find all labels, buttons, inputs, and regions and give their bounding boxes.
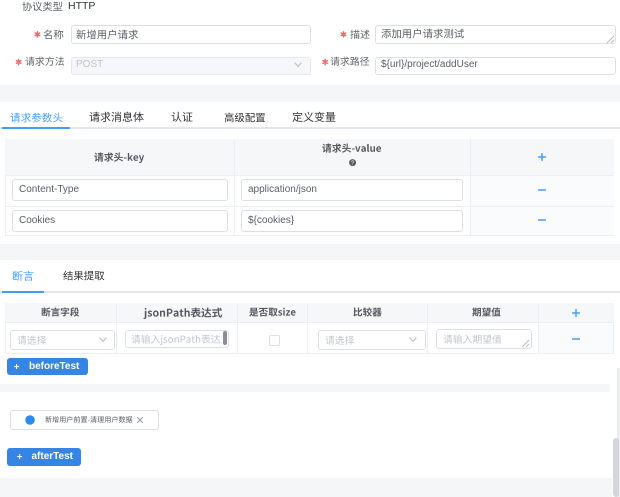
svg-text:?: ? [351, 161, 354, 166]
